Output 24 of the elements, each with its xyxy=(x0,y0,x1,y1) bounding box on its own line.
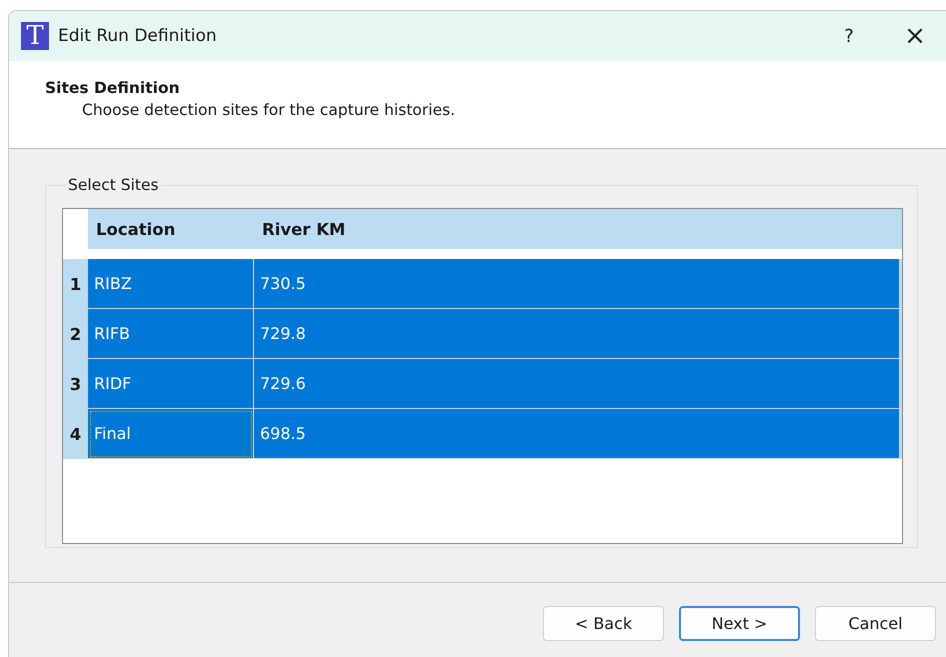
table-cell[interactable]: RIDF xyxy=(88,359,254,409)
table-cell[interactable]: RIFB xyxy=(88,309,254,359)
close-button[interactable]: × xyxy=(884,21,946,51)
wizard-button[interactable]: < Back xyxy=(543,606,664,641)
column-header[interactable]: River KM xyxy=(254,209,900,249)
row-header[interactable]: 2 xyxy=(63,309,88,359)
table-cell[interactable]: RIBZ xyxy=(88,259,254,309)
table-cell[interactable]: 698.5 xyxy=(254,409,900,459)
row-header[interactable]: 4 xyxy=(63,409,88,459)
row-header[interactable]: 1 xyxy=(63,259,88,309)
app-icon: T xyxy=(21,22,49,50)
page-subtitle: Choose detection sites for the capture histories. xyxy=(82,101,456,119)
table-cell[interactable]: 729.6 xyxy=(254,359,900,409)
table-cell[interactable]: Final xyxy=(88,409,254,459)
table-cell[interactable]: 729.8 xyxy=(254,309,900,359)
group-title: Select Sites xyxy=(67,176,160,194)
column-header[interactable]: Location xyxy=(88,209,254,249)
wizard-button[interactable]: Next > xyxy=(679,606,800,641)
row-header[interactable]: 3 xyxy=(63,359,88,409)
help-button[interactable]: ? xyxy=(814,26,884,46)
page-title: Sites Definition xyxy=(45,79,181,97)
table-cell[interactable]: 730.5 xyxy=(254,259,900,309)
window-title: Edit Run Definition xyxy=(58,26,218,46)
wizard-button[interactable]: Cancel xyxy=(815,606,936,641)
